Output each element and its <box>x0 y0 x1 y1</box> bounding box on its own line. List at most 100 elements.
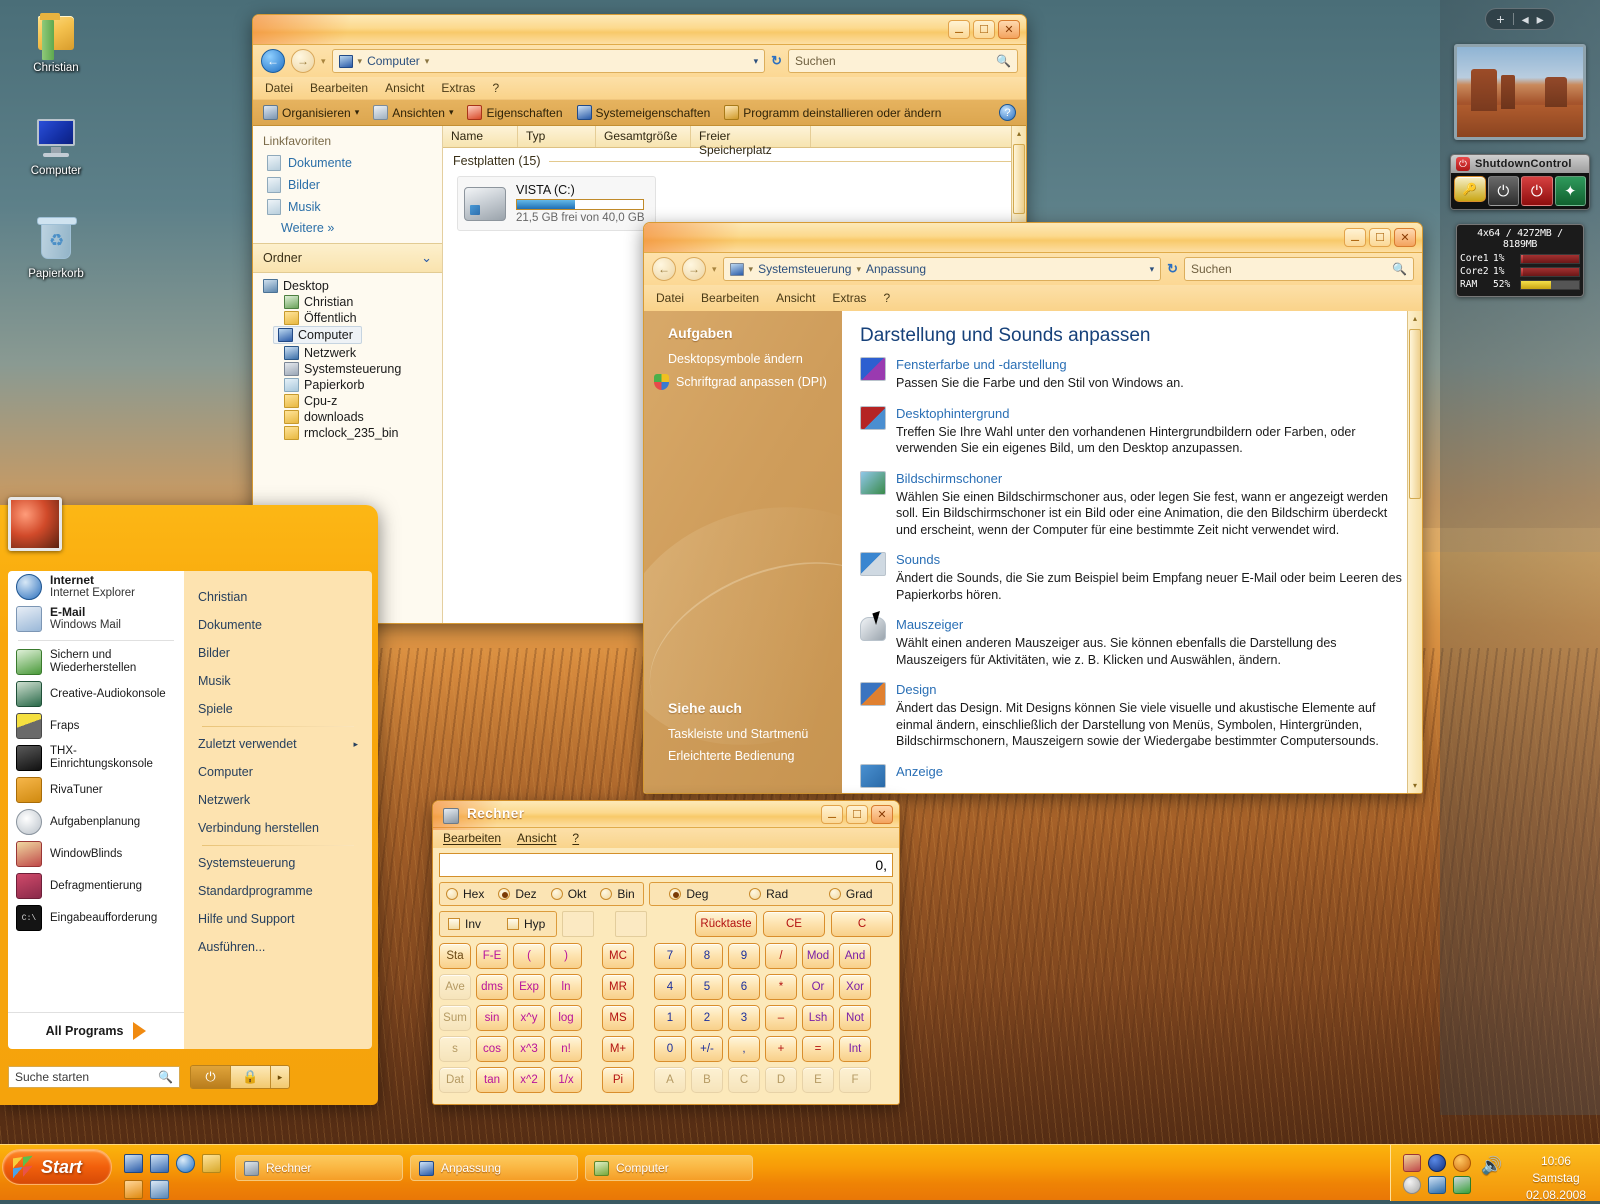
toolbar-eigenschaften[interactable]: Eigenschaften <box>467 105 563 120</box>
address-bar[interactable]: ▾ Computer ▾ ▾ <box>331 49 766 73</box>
key-plus[interactable]: + <box>765 1036 797 1062</box>
folders-pane-header[interactable]: Ordner ⌄ <box>253 243 442 273</box>
start-item-internet[interactable]: Internet Internet Explorer <box>8 571 184 603</box>
favorite-musik[interactable]: Musik <box>253 196 442 218</box>
scroll-up-arrow-icon[interactable]: ▴ <box>1408 311 1422 326</box>
radio-hex[interactable]: Hex <box>446 887 484 901</box>
start-item-windowblinds[interactable]: WindowBlinds <box>8 838 184 870</box>
menu-ansicht[interactable]: Ansicht <box>517 831 556 845</box>
desktop-icon-papierkorb[interactable]: Papierkorb <box>18 216 94 281</box>
key-a[interactable]: A <box>654 1067 686 1093</box>
key-ln[interactable]: ln <box>550 974 582 1000</box>
all-programs-button[interactable]: All Programs <box>8 1012 184 1049</box>
column-header-typ[interactable]: Typ <box>518 126 596 147</box>
entry-link[interactable]: Anzeige <box>896 764 943 779</box>
key-m-plus[interactable]: M+ <box>602 1036 634 1062</box>
recent-pages-caret-icon[interactable]: ▾ <box>712 264 717 275</box>
notes-icon[interactable] <box>150 1180 169 1199</box>
start-item-defragmentierung[interactable]: Defragmentierung <box>8 870 184 902</box>
media-player-icon[interactable] <box>124 1180 143 1199</box>
entry-link[interactable]: Bildschirmschoner <box>896 471 1402 486</box>
key-mc[interactable]: MC <box>602 943 634 969</box>
menu-ansicht[interactable]: Ansicht <box>776 291 815 305</box>
column-header-gesamtgroesse[interactable]: Gesamtgröße <box>596 126 691 147</box>
favorite-bilder[interactable]: Bilder <box>253 174 442 196</box>
key-log[interactable]: log <box>550 1005 582 1031</box>
entry-link[interactable]: Design <box>896 682 1402 697</box>
key-7[interactable]: 7 <box>654 943 686 969</box>
key-sum[interactable]: Sum <box>439 1005 471 1031</box>
search-box[interactable]: Suchen 🔍 <box>1184 257 1414 281</box>
key-8[interactable]: 8 <box>691 943 723 969</box>
key-d[interactable]: D <box>765 1067 797 1093</box>
start-item-rivatuner[interactable]: RivaTuner <box>8 774 184 806</box>
key-plus-minus[interactable]: +/- <box>691 1036 723 1062</box>
close-button[interactable]: ✕ <box>871 805 893 824</box>
close-button[interactable]: ✕ <box>998 20 1020 39</box>
key-2[interactable]: 2 <box>691 1005 723 1031</box>
key-not[interactable]: Not <box>839 1005 871 1031</box>
menu-bearbeiten[interactable]: Bearbeiten <box>443 831 501 845</box>
key-s[interactable]: s <box>439 1036 471 1062</box>
lock-button[interactable]: 🔒 <box>231 1066 271 1088</box>
key-c[interactable]: C <box>728 1067 760 1093</box>
checkbox-hyp[interactable]: Hyp <box>507 917 545 931</box>
start-item-aufgabenplanung[interactable]: Aufgabenplanung <box>8 806 184 838</box>
toolbar-systemeigenschaften[interactable]: Systemeigenschaften <box>576 105 710 120</box>
key-and[interactable]: And <box>839 943 871 969</box>
start-item-creative-audiokonsole[interactable]: Creative-Audiokonsole <box>8 678 184 710</box>
vertical-scrollbar[interactable]: ▴ ▾ <box>1407 311 1422 793</box>
radio-grad[interactable]: Grad <box>828 887 873 901</box>
key-multiply[interactable]: * <box>765 974 797 1000</box>
key-divide[interactable]: / <box>765 943 797 969</box>
key-minus[interactable]: – <box>765 1005 797 1031</box>
tree-item-rmclock[interactable]: rmclock_235_bin <box>259 425 442 441</box>
task-desktopsymbole[interactable]: Desktopsymbole ändern <box>644 348 842 370</box>
start-place-standardprogramme[interactable]: Standardprogramme <box>184 877 372 905</box>
start-item-eingabeaufforderung[interactable]: C:\ Eingabeaufforderung <box>8 902 184 934</box>
search-input[interactable]: Suchen <box>795 54 996 68</box>
drive-item-vista-c[interactable]: VISTA (C:) 21,5 GB frei von 40,0 GB <box>457 176 656 231</box>
radio-bin[interactable]: Bin <box>600 887 635 901</box>
forward-button[interactable]: → <box>682 257 706 281</box>
close-button[interactable]: ✕ <box>1394 228 1416 247</box>
entry-mauszeiger[interactable]: Mauszeiger Wählt einen anderen Mauszeige… <box>842 617 1422 682</box>
favorites-more-button[interactable]: Weitere » <box>253 218 442 243</box>
start-item-fraps[interactable]: Fraps <box>8 710 184 742</box>
windowblinds-tray-icon[interactable] <box>1403 1154 1421 1172</box>
entry-link[interactable]: Fensterfarbe und -darstellung <box>896 357 1184 372</box>
toolbar-programm-deinstallieren[interactable]: Programm deinstallieren oder ändern <box>724 105 941 120</box>
internet-explorer-icon[interactable] <box>176 1154 195 1173</box>
start-place-computer[interactable]: Computer <box>184 758 372 786</box>
entry-link[interactable]: Mauszeiger <box>896 617 1402 632</box>
shutdown-button[interactable]: ⏻ <box>1521 176 1553 206</box>
clock[interactable]: 10:06 Samstag 02.08.2008 <box>1526 1153 1592 1204</box>
sidebar-next-button[interactable]: ▸ <box>1537 12 1544 26</box>
tree-item-desktop[interactable]: Desktop <box>259 278 442 294</box>
minimize-button[interactable]: ⚊ <box>821 805 843 824</box>
tree-item-netzwerk[interactable]: Netzwerk <box>259 345 442 361</box>
menu-datei[interactable]: Datei <box>265 81 293 95</box>
lock-button[interactable]: 🔑 <box>1454 176 1486 202</box>
entry-desktophintergrund[interactable]: Desktophintergrund Treffen Sie Ihre Wahl… <box>842 405 1422 471</box>
key-6[interactable]: 6 <box>728 974 760 1000</box>
explorer-titlebar[interactable]: ⚊ ☐ ✕ <box>253 15 1026 45</box>
entry-design[interactable]: Design Ändert das Design. Mit Designs kö… <box>842 682 1422 764</box>
key-e[interactable]: E <box>802 1067 834 1093</box>
tree-item-christian[interactable]: Christian <box>259 294 442 310</box>
desktop-icon-computer[interactable]: Computer <box>18 113 94 178</box>
seealso-erleichterte-bedienung[interactable]: Erleichterte Bedienung <box>644 745 842 767</box>
radio-okt[interactable]: Okt <box>550 887 586 901</box>
breadcrumb-anpassung[interactable]: Anpassung <box>866 262 926 276</box>
start-place-spiele[interactable]: Spiele <box>184 695 372 723</box>
taskbar-button-anpassung[interactable]: Anpassung <box>410 1155 578 1181</box>
start-place-ausfuehren[interactable]: Ausführen... <box>184 933 372 961</box>
maximize-button[interactable]: ☐ <box>1369 228 1391 247</box>
entry-link[interactable]: Sounds <box>896 552 1402 567</box>
key-x-squared[interactable]: x^2 <box>513 1067 545 1093</box>
switch-windows-icon[interactable] <box>150 1154 169 1173</box>
taskbar-button-computer[interactable]: Computer <box>585 1155 753 1181</box>
refresh-icon[interactable]: ↻ <box>771 53 782 69</box>
key-3[interactable]: 3 <box>728 1005 760 1031</box>
sidebar-prev-button[interactable]: ◂ <box>1522 12 1529 26</box>
